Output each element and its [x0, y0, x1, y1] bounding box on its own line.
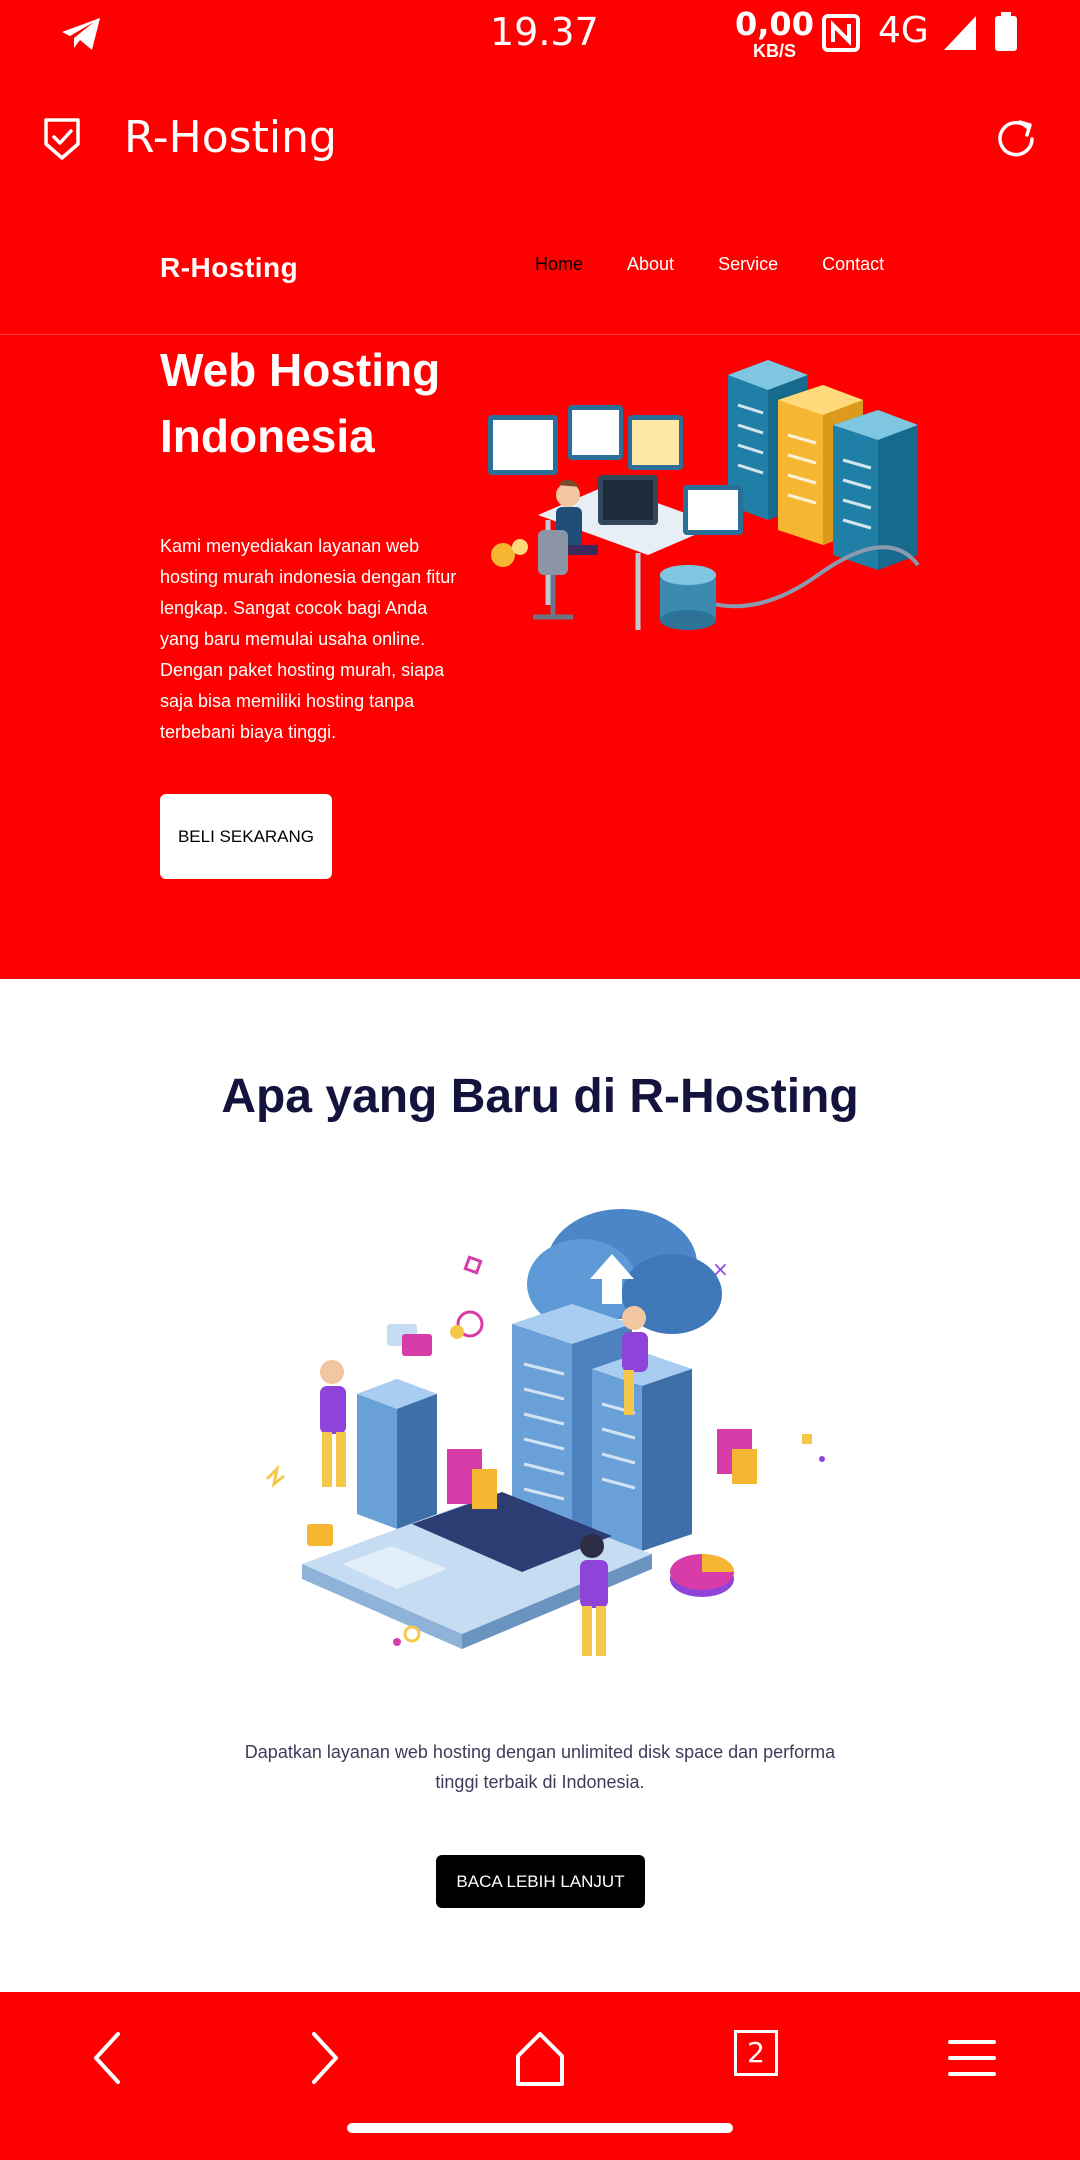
nav-service[interactable]: Service — [718, 254, 778, 275]
status-time: 19.37 — [490, 10, 599, 54]
site-logo[interactable]: R-Hosting — [160, 252, 298, 284]
page-title[interactable]: R-Hosting — [124, 112, 337, 163]
nav-about[interactable]: About — [627, 254, 674, 275]
signal-icon — [944, 16, 976, 50]
site-nav: Home About Service Contact — [535, 254, 928, 275]
nfc-icon — [822, 14, 860, 52]
server-room-illustration — [488, 360, 920, 630]
speed-value: 0,00 — [735, 5, 814, 43]
nav-home[interactable]: Home — [535, 254, 583, 275]
news-section: Apa yang Baru di R-Hosting × Dapatkan la… — [0, 979, 1080, 1992]
site-header: R-Hosting Home About Service Contact — [0, 208, 1080, 335]
read-more-button[interactable]: BACA LEBIH LANJUT — [436, 1855, 645, 1908]
hero-title: Web Hosting Indonesia — [160, 344, 441, 462]
telegram-icon — [62, 18, 100, 50]
home-icon[interactable] — [510, 2028, 570, 2088]
svg-text:×: × — [712, 1257, 729, 1281]
shield-check-icon[interactable] — [42, 116, 82, 162]
browser-toolbar: R-Hosting — [0, 68, 1080, 208]
hero-section: Web Hosting Indonesia Kami menyediakan l… — [0, 335, 1080, 979]
cloud-hosting-illustration: × — [265, 1209, 825, 1656]
status-bar: 19.37 0,00 KB/S 4G — [0, 0, 1080, 68]
reload-icon[interactable] — [994, 116, 1040, 162]
back-icon[interactable] — [78, 2028, 138, 2088]
menu-icon[interactable] — [942, 2028, 1002, 2088]
buy-now-button[interactable]: BELI SEKARANG — [160, 794, 332, 879]
battery-icon — [995, 12, 1017, 51]
home-indicator[interactable] — [347, 2123, 733, 2133]
nav-contact[interactable]: Contact — [822, 254, 884, 275]
tabs-icon[interactable]: 2 — [734, 2030, 778, 2076]
network-type: 4G — [878, 10, 929, 51]
news-title: Apa yang Baru di R-Hosting — [221, 1070, 859, 1123]
browser-bottom-bar: 2 — [0, 1992, 1080, 2160]
network-speed: 0,00 KB/S — [735, 8, 814, 60]
speed-unit: KB/S — [752, 41, 796, 61]
forward-icon[interactable] — [294, 2028, 354, 2088]
hero-description: Kami menyediakan layanan web hosting mur… — [160, 536, 457, 742]
news-description: Dapatkan layanan web hosting dengan unli… — [244, 1742, 836, 1792]
